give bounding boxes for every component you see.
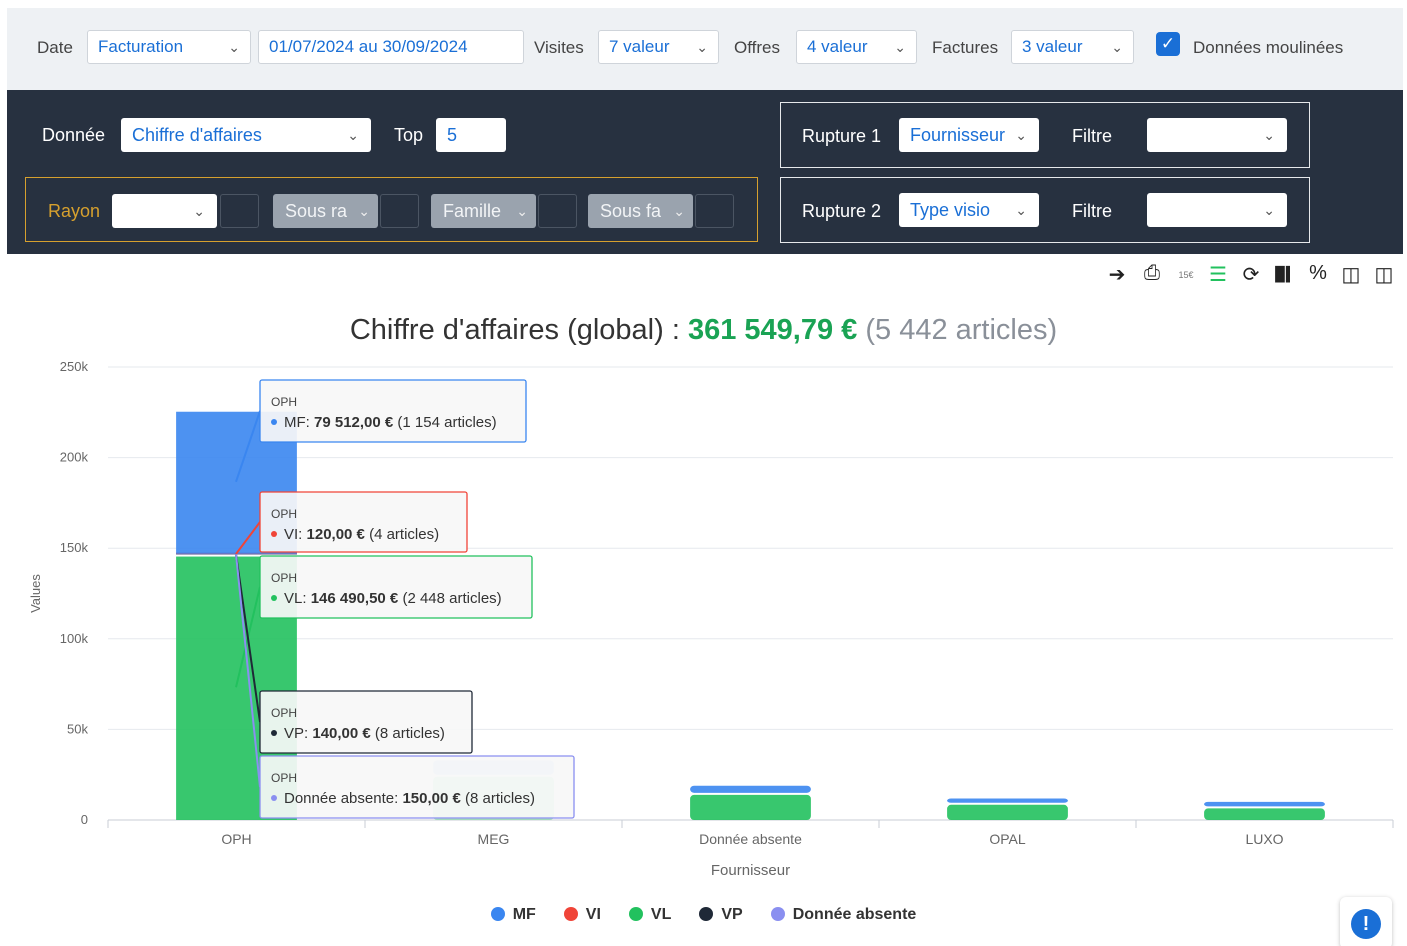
y-tick-label: 150k — [60, 540, 89, 555]
tooltip-dot — [271, 795, 277, 801]
tooltip-category: OPH — [271, 706, 297, 720]
legend-item[interactable]: MF — [490, 906, 536, 924]
legend-dot — [490, 907, 505, 921]
app: Date Facturation ⌄ 01/07/2024 au 30/09/2… — [0, 0, 1407, 946]
bar — [1204, 808, 1325, 820]
help-button[interactable]: ! — [1340, 897, 1392, 946]
tooltip-dot — [271, 531, 277, 537]
tooltip-box — [259, 690, 473, 754]
tooltip-category: OPH — [271, 395, 297, 409]
chart-legend: MF VI VL VP Donnée absente — [0, 906, 1407, 924]
legend-dot — [770, 907, 785, 921]
tooltip-value: VL: 146 490,50 € (2 448 articles) — [284, 590, 502, 607]
legend-dot — [628, 907, 643, 921]
tooltip-box — [259, 555, 533, 619]
legend-label: MF — [512, 906, 536, 923]
legend-label: Donnée absente — [792, 906, 917, 923]
legend-label: VL — [650, 906, 672, 923]
y-tick-label: 250k — [60, 359, 89, 374]
tooltip-category: OPH — [271, 771, 297, 785]
legend-dot — [563, 907, 578, 921]
tooltip-value: MF: 79 512,00 € (1 154 articles) — [284, 414, 497, 431]
tooltip-value: VP: 140,00 € (8 articles) — [284, 725, 445, 742]
bar — [947, 798, 1068, 803]
x-tick-label: OPH — [221, 831, 251, 847]
x-tick-label: Donnée absente — [699, 831, 802, 847]
bar — [690, 785, 811, 793]
legend-item[interactable]: Donnée absente — [770, 906, 917, 924]
legend-label: VI — [585, 906, 601, 923]
legend-item[interactable]: VP — [699, 906, 743, 924]
tooltip-category: OPH — [271, 507, 297, 521]
tooltip-box — [259, 491, 468, 553]
x-tick-label: OPAL — [989, 831, 1026, 847]
tooltip-dot — [271, 595, 277, 601]
tooltip-box — [259, 379, 527, 443]
x-axis-label: Fournisseur — [711, 862, 790, 879]
legend-item[interactable]: VI — [563, 906, 601, 924]
y-axis-label: Values — [28, 574, 43, 613]
tooltip-value: VI: 120,00 € (4 articles) — [284, 526, 439, 543]
tooltip-dot — [271, 730, 277, 736]
legend-label: VP — [721, 906, 743, 923]
tooltip: OPH VI: 120,00 € (4 articles) — [235, 491, 468, 555]
bar — [690, 794, 811, 820]
tooltip-value: Donnée absente: 150,00 € (8 articles) — [284, 790, 535, 807]
y-tick-label: 200k — [60, 450, 89, 465]
legend-dot — [699, 907, 714, 921]
y-tick-label: 50k — [67, 721, 88, 736]
bar-chart: 0 50k 100k 150k 200k 250k Values OPH MEG Donnée a… — [28, 359, 1394, 879]
legend-item[interactable]: VL — [628, 906, 672, 924]
alert-icon: ! — [1351, 909, 1381, 939]
tooltip-category: OPH — [271, 571, 297, 585]
y-tick-label: 0 — [81, 812, 88, 827]
tooltip-dot — [271, 419, 277, 425]
bar — [947, 804, 1068, 820]
bar — [1204, 801, 1325, 807]
x-tick-label: LUXO — [1245, 831, 1283, 847]
x-tick-label: MEG — [478, 831, 510, 847]
y-tick-label: 100k — [60, 631, 89, 646]
tooltip-box — [259, 755, 575, 819]
